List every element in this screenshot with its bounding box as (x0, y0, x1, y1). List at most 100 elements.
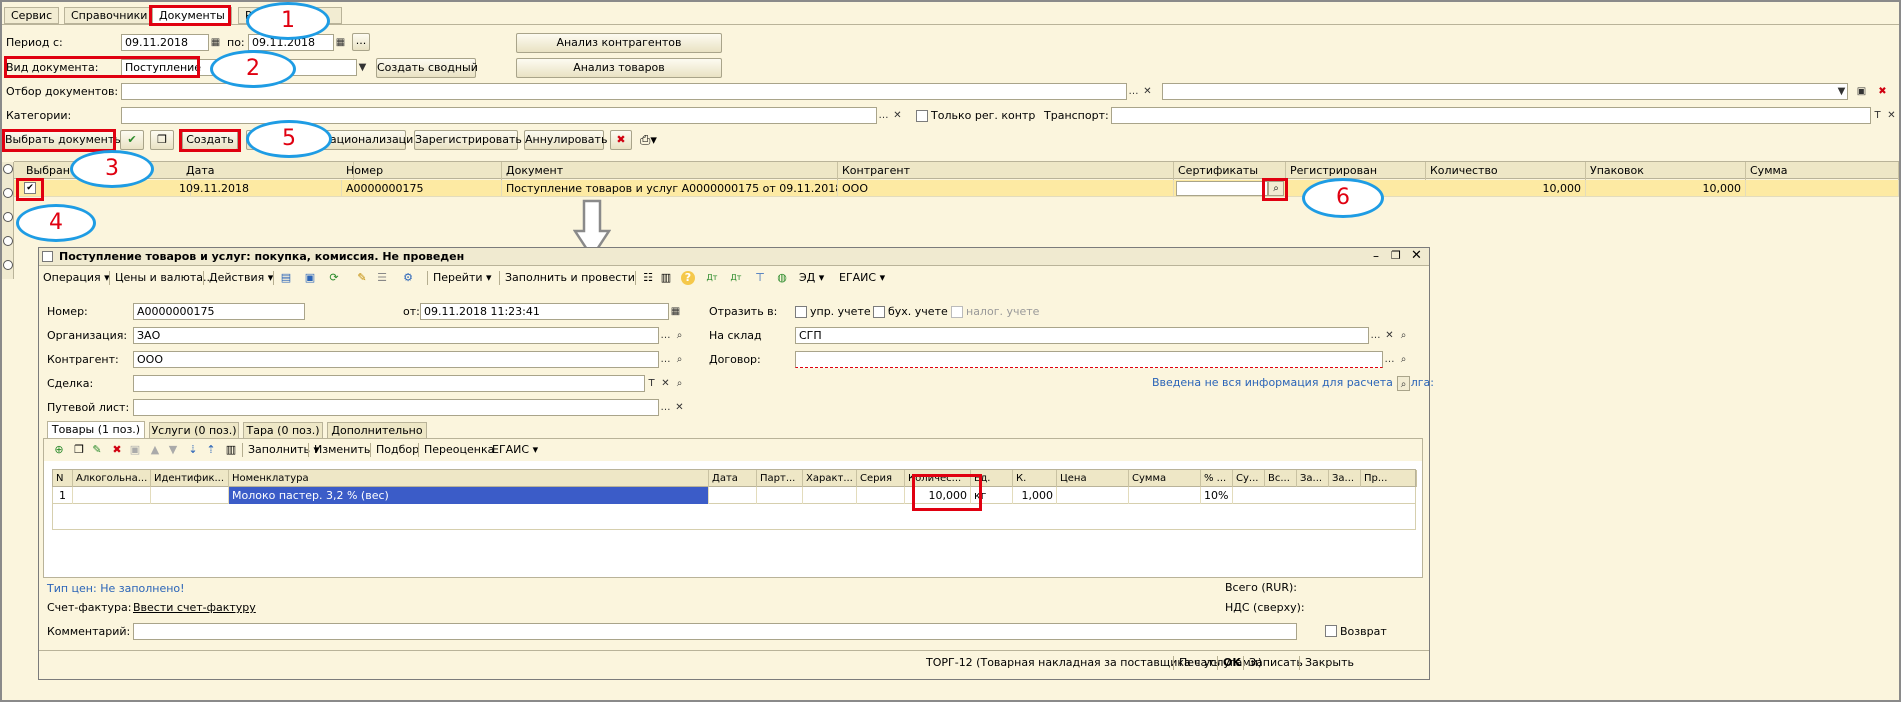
warehouse-field[interactable]: СГП (795, 327, 1369, 344)
clear-icon[interactable]: ✕ (1885, 108, 1898, 123)
search-icon[interactable]: ⌕ (673, 376, 686, 391)
tab-container[interactable]: Тара (0 поз.) (243, 422, 323, 439)
invoice-link[interactable]: Ввести счет-фактуру (133, 601, 256, 615)
clear-icon[interactable]: ✕ (891, 108, 904, 123)
deal-field[interactable] (133, 375, 645, 392)
debt-info-link[interactable]: Введена не вся информация для расчета до… (1152, 376, 1434, 390)
minimize-icon[interactable]: – (1373, 249, 1379, 263)
egais-menu[interactable]: ЕГАИС ▾ (839, 268, 885, 288)
sort-asc-icon[interactable]: ⇣ (186, 443, 200, 457)
restore-icon[interactable]: ❐ (1391, 249, 1401, 262)
tab-goods[interactable]: Товары (1 поз.) (47, 421, 145, 439)
analysis-contractors-button[interactable]: Анализ контрагентов (516, 33, 722, 53)
period-from-field[interactable]: 09.11.2018 (121, 34, 209, 51)
col-document[interactable]: Документ (502, 162, 838, 180)
add-icon[interactable]: ⊕ (52, 443, 66, 457)
waybill-field[interactable] (133, 399, 659, 416)
col-registered[interactable]: Регистрирован (1286, 162, 1426, 180)
dt-kt-icon[interactable]: Дт (705, 271, 719, 285)
radio-icon[interactable] (3, 236, 13, 246)
col-sum[interactable]: Сумма (1129, 470, 1201, 487)
radio-icon[interactable] (3, 260, 13, 270)
actions-menu[interactable]: Действия ▾ (209, 268, 273, 288)
col-price[interactable]: Цена (1057, 470, 1129, 487)
copy-icon[interactable]: ❐ (72, 443, 86, 457)
post-icon[interactable]: ▤ (279, 271, 293, 285)
table-row[interactable]: 1 Молоко пастер. 3,2 % (вес) 10,000 кг 1… (52, 487, 1416, 504)
refresh-icon[interactable]: ⟳ (327, 271, 341, 285)
calendar-icon[interactable]: ▦ (669, 304, 682, 319)
goods-egais-menu[interactable]: ЕГАИС ▾ (492, 440, 538, 460)
col-series[interactable]: Серия (857, 470, 905, 487)
annul-button[interactable]: Аннулировать (524, 130, 607, 150)
print-icon[interactable]: ⎙▾ (640, 133, 657, 148)
revaluation-button[interactable]: Переоценка (424, 440, 494, 460)
save-icon[interactable]: ▣ (303, 271, 317, 285)
col-vat-rate[interactable]: % ... (1201, 470, 1233, 487)
only-reg-checkbox[interactable] (916, 110, 928, 122)
sort-desc-icon[interactable]: ⇡ (204, 443, 218, 457)
delete-icon[interactable]: ✖ (610, 130, 632, 150)
clear-icon[interactable]: ✕ (1141, 84, 1154, 99)
radio-icon[interactable] (3, 188, 13, 198)
tab-additional[interactable]: Дополнительно (327, 422, 427, 439)
choose-icon[interactable]: … (1369, 328, 1382, 343)
col-party[interactable]: Парт... (757, 470, 803, 487)
transport-field[interactable] (1111, 107, 1871, 124)
col-contractor[interactable]: Контрагент (838, 162, 1174, 180)
nal-checkbox[interactable] (951, 306, 963, 318)
categories-field[interactable] (121, 107, 877, 124)
close-icon[interactable]: ✕ (1411, 248, 1422, 263)
col-n[interactable]: N (53, 470, 73, 487)
comment-field[interactable] (133, 623, 1297, 640)
period-choose-button[interactable]: ... (352, 33, 370, 51)
help-icon[interactable]: ? (681, 271, 695, 285)
clear-icon[interactable]: ✕ (659, 376, 672, 391)
calendar-icon[interactable]: ▦ (334, 35, 347, 50)
goto-menu[interactable]: Перейти ▾ (433, 268, 492, 288)
radio-icon[interactable] (3, 212, 13, 222)
col-packages[interactable]: Упаковок (1586, 162, 1746, 180)
close-icon[interactable]: ✖ (1876, 84, 1889, 99)
contract-field[interactable] (795, 351, 1383, 368)
settings-list-icon[interactable]: ▥ (659, 271, 673, 285)
radio-icon[interactable] (3, 164, 13, 174)
calendar-icon[interactable]: ▦ (209, 35, 222, 50)
selection-button[interactable]: Подбор (376, 440, 419, 460)
ed-menu[interactable]: ЭД ▾ (799, 268, 824, 288)
col-date[interactable]: Дата (182, 162, 354, 180)
dt-kt-report-icon[interactable]: Дт (729, 271, 743, 285)
col-vat-sum[interactable]: Су... (1233, 470, 1265, 487)
save-button[interactable]: Записать (1249, 656, 1303, 670)
col-quantity[interactable]: Количество (1426, 162, 1586, 180)
col-k[interactable]: К. (1013, 470, 1057, 487)
col-total[interactable]: Вс... (1265, 470, 1297, 487)
print-button[interactable]: Печать (1179, 656, 1220, 670)
chevron-down-icon[interactable]: ▼ (1835, 84, 1848, 99)
list-icon[interactable]: ☷ (641, 271, 655, 285)
ok-button[interactable]: OK (1223, 656, 1241, 670)
col-nomenclature[interactable]: Номенклатура (229, 470, 709, 487)
choose-icon[interactable]: … (659, 352, 672, 367)
change-button[interactable]: Изменить (314, 440, 370, 460)
clear-icon[interactable]: ✕ (673, 400, 686, 415)
type-icon[interactable]: T (645, 376, 658, 391)
fill-and-post-button[interactable]: Заполнить и провести (505, 268, 635, 288)
save-icon[interactable]: ▣ (1855, 84, 1868, 99)
col-characteristic[interactable]: Характ... (803, 470, 857, 487)
move-up-icon[interactable]: ▲ (148, 443, 162, 457)
upr-checkbox[interactable] (795, 306, 807, 318)
col-date[interactable]: Дата (709, 470, 757, 487)
return-checkbox[interactable] (1325, 625, 1337, 637)
col-number[interactable]: Номер (342, 162, 502, 180)
organization-field[interactable]: ЗАО (133, 327, 659, 344)
analysis-goods-button[interactable]: Анализ товаров (516, 58, 722, 78)
search-icon[interactable]: ⌕ (1397, 352, 1410, 367)
copy-icon[interactable]: ❐ (150, 130, 174, 150)
tab-services[interactable]: Услуги (0 поз.) (149, 422, 239, 439)
end-edit-icon[interactable]: ▣ (128, 443, 142, 457)
choose-icon[interactable]: … (659, 328, 672, 343)
table-row[interactable]: ✔ 1 09.11.2018 A0000000175 Поступление т… (14, 180, 1899, 197)
choose-icon[interactable]: … (1127, 84, 1140, 99)
delete-icon[interactable]: ✖ (110, 443, 124, 457)
